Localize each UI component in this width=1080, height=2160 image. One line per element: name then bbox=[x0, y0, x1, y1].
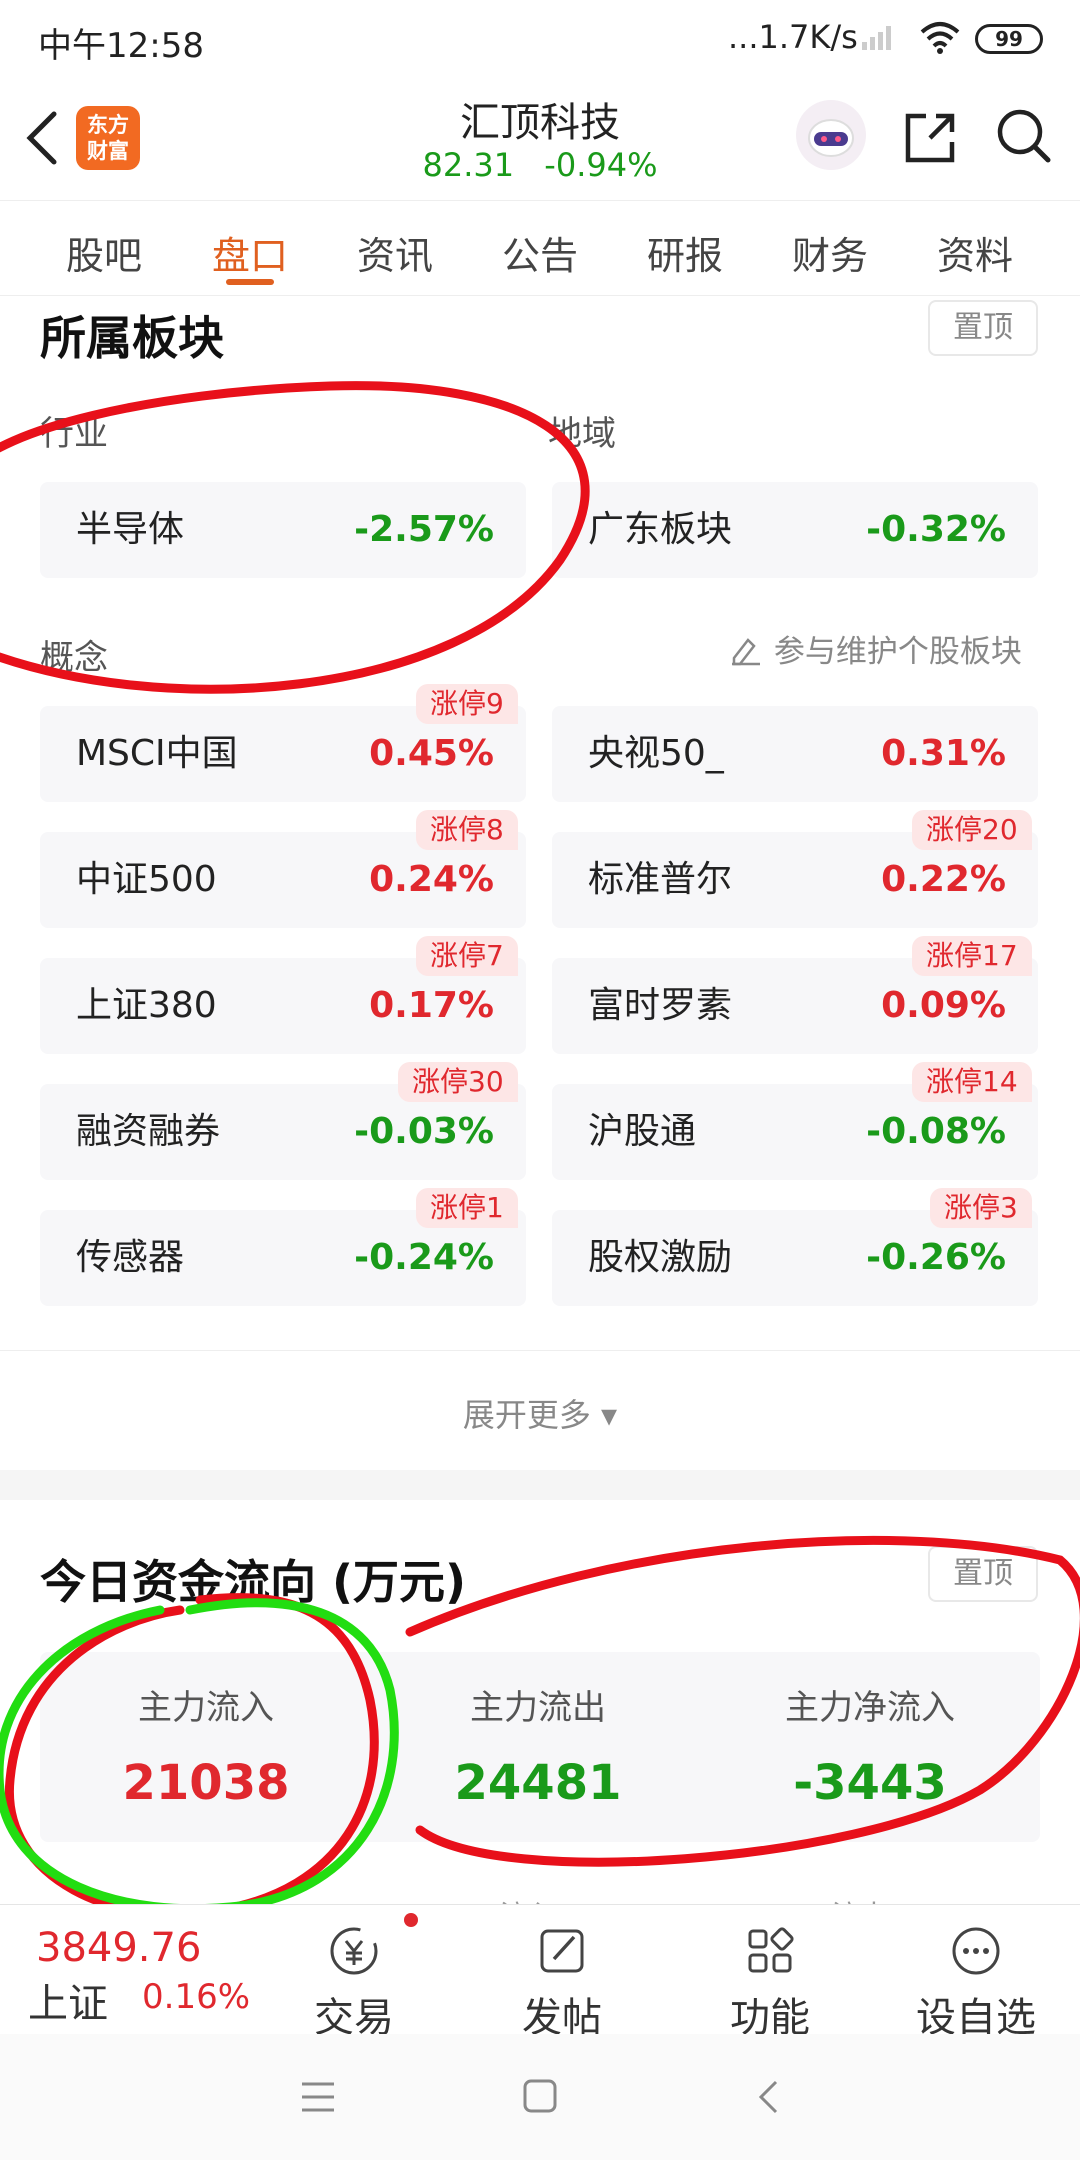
limit-up-tag: 涨停3 bbox=[930, 1188, 1032, 1228]
expand-more-button[interactable]: 展开更多 ▾ bbox=[0, 1390, 1080, 1436]
maintain-label: 参与维护个股板块 bbox=[773, 634, 1022, 670]
tab-news[interactable]: 资讯 bbox=[335, 225, 455, 280]
tab-announcement[interactable]: 公告 bbox=[480, 225, 600, 280]
main-outflow-value: 24481 bbox=[454, 1755, 622, 1811]
section-gap bbox=[0, 1470, 1080, 1500]
menu-icon[interactable] bbox=[300, 2080, 336, 2114]
tab-bar: 股吧 盘口 资讯 公告 研报 财务 资料 bbox=[0, 200, 1080, 296]
limit-up-tag: 涨停30 bbox=[398, 1062, 518, 1102]
industry-card[interactable]: 半导体 -2.57% bbox=[40, 482, 526, 578]
active-tab-indicator bbox=[226, 279, 274, 285]
limit-up-tag: 涨停1 bbox=[416, 1188, 518, 1228]
home-icon[interactable] bbox=[522, 2078, 558, 2114]
pin-fund-flow-button[interactable]: 置顶 bbox=[928, 1546, 1038, 1602]
tab-finance[interactable]: 财务 bbox=[770, 225, 890, 280]
concept-name: 中证500 bbox=[76, 859, 217, 900]
main-net-inflow-value: -3443 bbox=[793, 1755, 947, 1811]
battery-icon: 99 bbox=[975, 24, 1043, 54]
main-net-inflow: 主力净流入 -3443 bbox=[720, 1680, 1020, 1811]
concept-name: 传感器 bbox=[76, 1237, 185, 1278]
concept-label: 概念 bbox=[40, 638, 108, 678]
concept-name: MSCI中国 bbox=[76, 733, 238, 774]
system-navigation bbox=[0, 2034, 1080, 2160]
edit-icon bbox=[540, 1929, 584, 1973]
region-label: 地域 bbox=[548, 414, 616, 454]
fund-flow-title: 今日资金流向 (万元) bbox=[40, 1555, 467, 1609]
region-value: -0.32% bbox=[866, 509, 1006, 550]
limit-up-tag: 涨停8 bbox=[416, 810, 518, 850]
robot-icon[interactable] bbox=[796, 100, 866, 170]
tab-guba[interactable]: 股吧 bbox=[44, 225, 164, 280]
tab-profile[interactable]: 资料 bbox=[915, 225, 1035, 280]
concept-name: 上证380 bbox=[76, 985, 217, 1026]
concept-name: 融资融券 bbox=[76, 1111, 221, 1152]
sector-title: 所属板块 bbox=[40, 311, 224, 365]
region-card[interactable]: 广东板块 -0.32% bbox=[552, 482, 1038, 578]
main-inflow-value: 21038 bbox=[122, 1755, 290, 1811]
limit-up-tag: 涨停20 bbox=[912, 810, 1032, 850]
search-icon[interactable] bbox=[994, 106, 1054, 166]
network-speed: ...1.7K/s bbox=[728, 18, 858, 56]
concept-name: 标准普尔 bbox=[588, 859, 733, 900]
fund-flow-card: 主力流入 21038 主力流出 24481 主力净流入 -3443 bbox=[40, 1652, 1040, 1842]
stock-header: 东方 财富 汇顶科技 82.31 -0.94% bbox=[0, 74, 1080, 200]
main-inflow-label: 主力流入 bbox=[138, 1688, 274, 1728]
nav-back-icon[interactable] bbox=[756, 2078, 780, 2116]
more-dots-icon bbox=[952, 1927, 1000, 1975]
stock-price: 82.31 bbox=[422, 146, 515, 184]
concept-name: 央视50_ bbox=[588, 733, 724, 774]
status-time: 中午12:58 bbox=[38, 26, 204, 66]
grid-icon bbox=[748, 1927, 794, 1973]
signal-icon bbox=[862, 26, 891, 50]
nav-post[interactable]: 发帖 bbox=[492, 1923, 632, 2043]
main-outflow-label: 主力流出 bbox=[470, 1688, 606, 1728]
nav-functions[interactable]: 功能 bbox=[700, 1923, 840, 2043]
index-change[interactable]: 0.16% bbox=[142, 1977, 250, 2017]
main-outflow: 主力流出 24481 bbox=[388, 1680, 688, 1811]
concept-name: 股权激励 bbox=[588, 1237, 733, 1278]
index-name[interactable]: 上证 bbox=[28, 1971, 108, 2029]
bottom-bar: 3849.76 上证 0.16% 交易 发帖 功能 设自选 bbox=[0, 1904, 1080, 2041]
main-net-inflow-label: 主力净流入 bbox=[785, 1688, 955, 1728]
industry-value: -2.57% bbox=[354, 509, 494, 550]
limit-up-tag: 涨停14 bbox=[912, 1062, 1032, 1102]
concept-name: 沪股通 bbox=[588, 1111, 697, 1152]
industry-label: 行业 bbox=[40, 414, 108, 454]
concept-card[interactable]: 央视50_ 0.31% bbox=[552, 706, 1038, 802]
nav-add-watchlist[interactable]: 设自选 bbox=[906, 1923, 1046, 2043]
yen-circle-icon bbox=[330, 1927, 378, 1975]
limit-up-tag: 涨停9 bbox=[416, 684, 518, 724]
edit-icon bbox=[732, 638, 760, 666]
share-icon[interactable] bbox=[900, 108, 960, 168]
region-name: 广东板块 bbox=[588, 509, 733, 550]
nav-trade[interactable]: 交易 bbox=[284, 1923, 424, 2043]
tab-pankou[interactable]: 盘口 bbox=[190, 225, 310, 280]
index-value[interactable]: 3849.76 bbox=[36, 1925, 201, 1971]
stock-change: -0.94% bbox=[544, 146, 658, 184]
concept-value: 0.31% bbox=[881, 733, 1006, 774]
limit-up-tag: 涨停17 bbox=[912, 936, 1032, 976]
industry-name: 半导体 bbox=[76, 509, 185, 550]
tab-research[interactable]: 研报 bbox=[625, 225, 745, 280]
notification-dot bbox=[404, 1913, 418, 1927]
limit-up-tag: 涨停7 bbox=[416, 936, 518, 976]
divider bbox=[0, 1350, 1080, 1351]
wifi-icon bbox=[920, 22, 960, 54]
screen: 中午12:58 ...1.7K/s 99 东方 财富 汇顶科技 82.31 -0.… bbox=[0, 0, 1080, 2160]
main-inflow: 主力流入 21038 bbox=[56, 1680, 356, 1811]
concept-name: 富时罗素 bbox=[588, 985, 733, 1026]
maintain-sector-link[interactable]: 参与维护个股板块 bbox=[728, 626, 1022, 671]
status-bar: 中午12:58 ...1.7K/s 99 bbox=[0, 0, 1080, 74]
pin-sector-button[interactable]: 置顶 bbox=[928, 300, 1038, 356]
